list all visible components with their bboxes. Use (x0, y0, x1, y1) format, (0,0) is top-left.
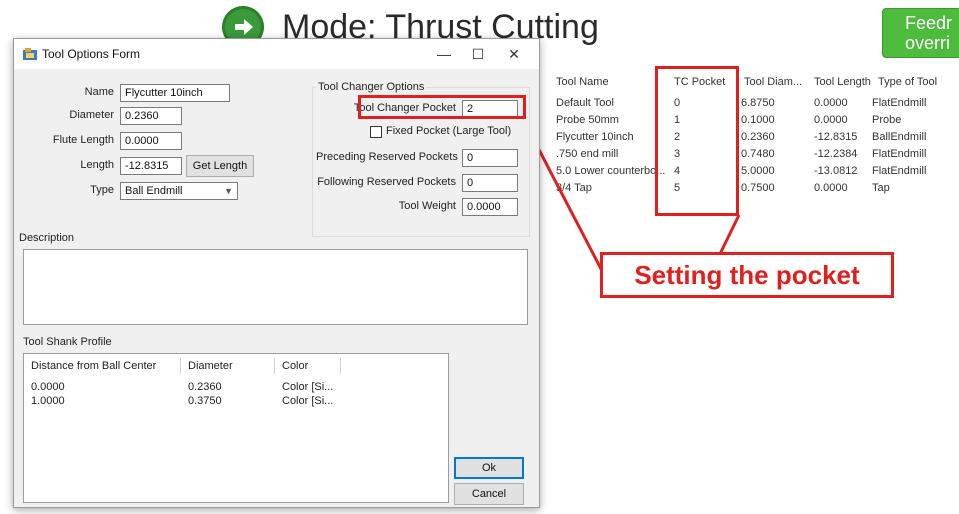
cell-color: Color [Si... (282, 395, 334, 407)
cell-type: Probe (872, 114, 902, 126)
col-distance[interactable]: Distance from Ball Center (31, 360, 156, 372)
cell-diameter: 0.2360 (741, 131, 775, 143)
type-dropdown[interactable]: Ball Endmill ▼ (120, 182, 238, 200)
cell-length: 0.0000 (814, 97, 848, 109)
column-divider[interactable] (180, 358, 181, 374)
cell-type: Tap (872, 182, 890, 194)
name-label: Name (84, 86, 114, 98)
cell-diameter: 0.2360 (188, 381, 222, 393)
cell-tool-name: Flycutter 10inch (556, 131, 634, 143)
col-tool-length[interactable]: Tool Length (814, 76, 871, 88)
cell-diameter: 5.0000 (741, 165, 775, 177)
preceding-reserved-field[interactable]: 0 (462, 149, 518, 167)
cell-tool-name: .750 end mill (556, 148, 619, 160)
length-label: Length (80, 159, 114, 171)
title-bar[interactable]: Tool Options Form — ☐ ✕ (14, 39, 539, 69)
dialog-title: Tool Options Form (42, 47, 141, 61)
column-divider[interactable] (274, 358, 275, 374)
minimize-icon: — (437, 46, 451, 62)
app-icon (23, 48, 37, 60)
cancel-button[interactable]: Cancel (454, 483, 524, 505)
fixed-pocket-checkbox[interactable] (370, 126, 382, 138)
cell-diameter: 0.1000 (741, 114, 775, 126)
description-label: Description (19, 232, 75, 244)
cell-diameter: 0.7480 (741, 148, 775, 160)
name-field[interactable]: Flycutter 10inch (120, 84, 230, 102)
cell-length: 0.0000 (814, 114, 848, 126)
tc-pocket-highlight (655, 66, 739, 216)
cell-length: -12.8315 (814, 131, 858, 143)
cell-diameter: 0.3750 (188, 395, 222, 407)
maximize-icon: ☐ (471, 46, 485, 62)
diameter-field[interactable]: 0.2360 (120, 107, 182, 125)
pocket-field-highlight (358, 95, 526, 119)
diameter-label: Diameter (69, 109, 114, 121)
tool-options-dialog: Tool Options Form — ☐ ✕ Name Flycutter 1… (13, 38, 540, 508)
col-diameter[interactable]: Diameter (188, 360, 233, 372)
get-length-button[interactable]: Get Length (186, 155, 254, 177)
col-tool-diameter[interactable]: Tool Diam... (744, 76, 802, 88)
chevron-down-icon: ▼ (224, 186, 233, 196)
col-color[interactable]: Color (282, 360, 308, 372)
col-type-of-tool[interactable]: Type of Tool (878, 76, 937, 88)
close-icon: ✕ (508, 46, 520, 62)
col-tool-name[interactable]: Tool Name (556, 76, 609, 88)
feedrate-override-label: Feedr overri (905, 13, 953, 53)
cell-distance: 1.0000 (31, 395, 65, 407)
shank-profile-list[interactable]: Distance from Ball Center Diameter Color… (23, 353, 449, 503)
column-divider[interactable] (340, 358, 341, 374)
cell-length: -12.2384 (814, 148, 858, 160)
length-field[interactable]: -12.8315 (120, 157, 182, 175)
shank-profile-label: Tool Shank Profile (23, 336, 112, 348)
following-reserved-label: Following Reserved Pockets (317, 176, 456, 188)
setting-pocket-callout: Setting the pocket (600, 252, 894, 298)
cell-type: FlatEndmill (872, 148, 927, 160)
cell-type: BallEndmill (872, 131, 927, 143)
description-field[interactable] (23, 249, 528, 325)
cell-diameter: 0.7500 (741, 182, 775, 194)
ok-button[interactable]: Ok (454, 457, 524, 479)
tool-weight-label: Tool Weight (398, 200, 456, 212)
flute-length-label: Flute Length (52, 134, 114, 146)
type-dropdown-value: Ball Endmill (125, 185, 183, 197)
cell-color: Color [Si... (282, 381, 334, 393)
cell-distance: 0.0000 (31, 381, 65, 393)
maximize-button[interactable]: ☐ (461, 39, 495, 69)
tool-changer-group-label: Tool Changer Options (316, 81, 427, 93)
cell-length: 0.0000 (814, 182, 848, 194)
cell-type: FlatEndmill (872, 165, 927, 177)
cell-length: -13.0812 (814, 165, 858, 177)
close-button[interactable]: ✕ (497, 39, 531, 69)
preceding-reserved-label: Preceding Reserved Pockets (316, 151, 458, 163)
flute-length-field[interactable]: 0.0000 (120, 132, 182, 150)
cell-tool-name: Probe 50mm (556, 114, 619, 126)
minimize-button[interactable]: — (427, 39, 461, 69)
cell-tool-name: 3/4 Tap (556, 182, 592, 194)
feedrate-override-button[interactable]: Feedr overri (882, 8, 959, 58)
fixed-pocket-label: Fixed Pocket (Large Tool) (386, 125, 512, 137)
type-label: Type (90, 184, 114, 196)
cell-tool-name: 5.0 Lower counterbo... (556, 165, 666, 177)
tool-weight-field[interactable]: 0.0000 (462, 198, 518, 216)
cell-type: FlatEndmill (872, 97, 927, 109)
cell-tool-name: Default Tool (556, 97, 614, 109)
following-reserved-field[interactable]: 0 (462, 174, 518, 192)
cell-diameter: 6.8750 (741, 97, 775, 109)
